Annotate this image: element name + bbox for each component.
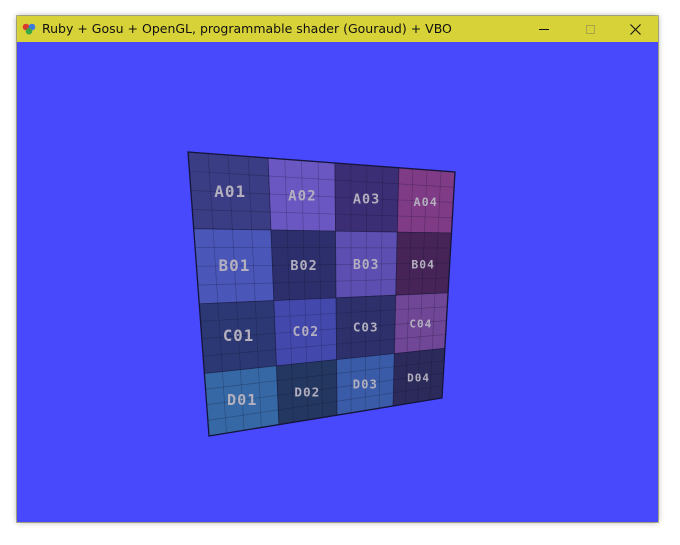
cell-label-a03: A03 bbox=[353, 192, 380, 208]
maximize-button[interactable] bbox=[567, 16, 613, 42]
maximize-icon bbox=[585, 24, 595, 34]
window-title: Ruby + Gosu + OpenGL, programmable shade… bbox=[42, 21, 452, 36]
cell-label-c02: C02 bbox=[292, 325, 319, 340]
cell-label-c04: C04 bbox=[409, 318, 432, 331]
cell-label-a04: A04 bbox=[414, 195, 438, 209]
cell-label-b04: B04 bbox=[411, 257, 435, 271]
cell-label-a02: A02 bbox=[288, 189, 316, 205]
app-window: Ruby + Gosu + OpenGL, programmable shade… bbox=[17, 16, 658, 522]
cell-label-b03: B03 bbox=[353, 258, 379, 273]
cell-label-a01: A01 bbox=[214, 182, 246, 201]
cell-label-c01: C01 bbox=[223, 326, 254, 345]
minimize-button[interactable] bbox=[521, 16, 567, 42]
close-icon bbox=[629, 23, 641, 35]
cell-label-d03: D03 bbox=[353, 378, 378, 392]
cell-label-b01: B01 bbox=[218, 256, 250, 275]
close-button[interactable] bbox=[612, 16, 658, 42]
gosu-app-icon bbox=[22, 23, 36, 35]
textured-quad-scene: A01 A02 A03 A04 B01 B02 B03 B04 C01 C02 C03 C04 D01 D… bbox=[187, 151, 456, 437]
cell-label-d01: D01 bbox=[227, 391, 257, 409]
cell-label-c03: C03 bbox=[353, 320, 379, 335]
minimize-icon bbox=[539, 28, 549, 30]
cell-label-b02: B02 bbox=[290, 258, 317, 274]
cell-label-d02: D02 bbox=[294, 384, 320, 399]
title-bar[interactable]: Ruby + Gosu + OpenGL, programmable shade… bbox=[17, 16, 658, 42]
cell-label-d04: D04 bbox=[407, 372, 430, 385]
render-viewport[interactable]: A01 A02 A03 A04 B01 B02 B03 B04 C01 C02 C03 C04 D01 D… bbox=[17, 42, 658, 522]
